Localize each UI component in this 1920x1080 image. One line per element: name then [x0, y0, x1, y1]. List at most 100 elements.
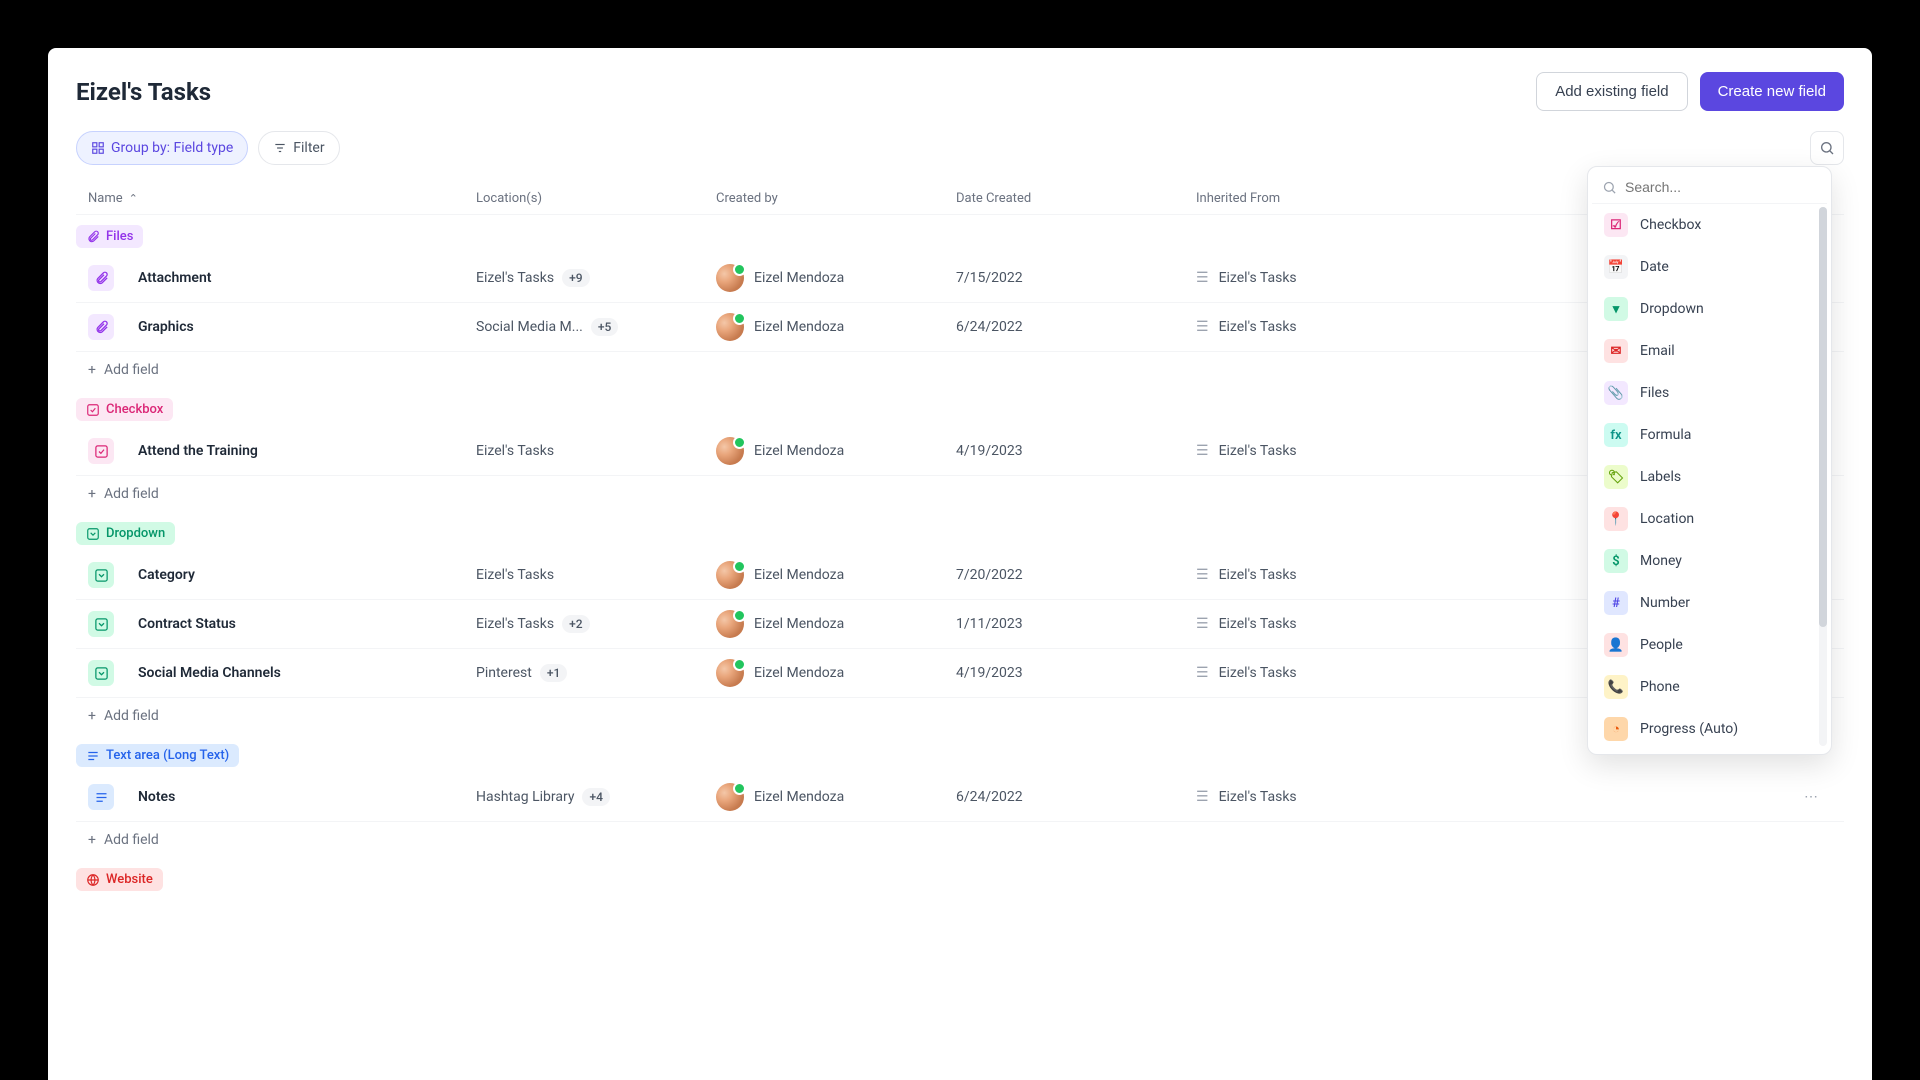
plus-icon: + — [88, 362, 96, 378]
field-type-label: People — [1640, 637, 1683, 653]
add-field-button[interactable]: + Add field — [76, 822, 1844, 858]
field-type-formula[interactable]: fxFormula — [1592, 414, 1827, 456]
date-text: 4/19/2023 — [956, 443, 1196, 459]
dropdown-icon: ▾ — [1604, 297, 1628, 321]
dropdown-icon — [86, 527, 100, 541]
add-field-label: Add field — [104, 708, 159, 724]
add-field-button[interactable]: +Add field — [76, 476, 1844, 512]
table-row[interactable]: Graphics Social Media M...+5 Eizel Mendo… — [76, 303, 1844, 352]
avatar — [716, 783, 744, 811]
list-icon: ☰ — [1196, 270, 1209, 286]
column-created-by[interactable]: Created by — [716, 191, 956, 206]
field-type-dropdown: ☑Checkbox 📅Date ▾Dropdown ✉Email 📎Files … — [1587, 166, 1832, 755]
avatar — [716, 659, 744, 687]
group-textarea-header[interactable]: Text area (Long Text) — [76, 744, 239, 767]
table-row[interactable]: Attachment Eizel's Tasks+9 Eizel Mendoza… — [76, 254, 1844, 303]
column-date-created[interactable]: Date Created — [956, 191, 1196, 206]
field-type-files[interactable]: 📎Files — [1592, 372, 1827, 414]
group-label: Checkbox — [106, 402, 163, 417]
table-row[interactable]: Attend the Training Eizel's Tasks Eizel … — [76, 427, 1844, 476]
add-field-label: Add field — [104, 486, 159, 502]
calendar-icon: 📅 — [1604, 255, 1628, 279]
field-type-date[interactable]: 📅Date — [1592, 246, 1827, 288]
location-text: Eizel's Tasks — [476, 567, 554, 583]
dropdown-icon — [88, 611, 114, 637]
globe-icon — [86, 873, 100, 887]
table-row[interactable]: Notes Hashtag Library+4 Eizel Mendoza 6/… — [76, 773, 1844, 822]
table-row[interactable]: Contract Status Eizel's Tasks+2 Eizel Me… — [76, 600, 1844, 649]
group-label: Website — [106, 872, 153, 887]
field-name: Notes — [138, 789, 175, 805]
group-website-header[interactable]: Website — [76, 868, 163, 891]
field-type-label: Labels — [1640, 469, 1681, 485]
text-icon — [86, 749, 100, 763]
group-label: Dropdown — [106, 526, 165, 541]
filter-chip[interactable]: Filter — [258, 131, 339, 165]
column-name[interactable]: Name⌃ — [76, 191, 476, 206]
row-more-button[interactable]: ⋯ — [1804, 789, 1844, 805]
field-type-checkbox[interactable]: ☑Checkbox — [1592, 204, 1827, 246]
plus-icon: + — [88, 832, 96, 848]
group-dropdown-header[interactable]: Dropdown — [76, 522, 175, 545]
field-type-dropdown[interactable]: ▾Dropdown — [1592, 288, 1827, 330]
location-more-badge[interactable]: +9 — [562, 269, 589, 287]
add-existing-field-button[interactable]: Add existing field — [1536, 72, 1687, 111]
creator-name: Eizel Mendoza — [754, 665, 844, 681]
list-icon: ☰ — [1196, 616, 1209, 632]
label-icon: 🏷 — [1604, 465, 1628, 489]
group-checkbox-header[interactable]: Checkbox — [76, 398, 173, 421]
avatar — [716, 264, 744, 292]
inherited-text: Eizel's Tasks — [1219, 789, 1297, 805]
avatar — [716, 561, 744, 589]
table-row[interactable]: Category Eizel's Tasks Eizel Mendoza 7/2… — [76, 551, 1844, 600]
field-type-progress[interactable]: ◔ Progress (Auto) — [1592, 708, 1827, 750]
column-locations[interactable]: Location(s) — [476, 191, 716, 206]
progress-icon: ◔ — [1604, 717, 1628, 741]
field-type-labels[interactable]: 🏷 Labels — [1592, 456, 1827, 498]
add-field-button[interactable]: + Add field — [76, 352, 1844, 388]
add-field-label: Add field — [104, 832, 159, 848]
location-text: Social Media M... — [476, 319, 583, 335]
group-files-header[interactable]: Files — [76, 225, 143, 248]
location-more-badge[interactable]: +4 — [582, 788, 609, 806]
search-button[interactable] — [1810, 131, 1844, 165]
page-title: Eizel's Tasks — [76, 78, 211, 106]
date-text: 4/19/2023 — [956, 665, 1196, 681]
table-row[interactable]: Social Media Channels Pinterest+1 Eizel … — [76, 649, 1844, 698]
field-type-people[interactable]: 👤 People — [1592, 624, 1827, 666]
formula-icon: fx — [1604, 423, 1628, 447]
field-type-email[interactable]: ✉Email — [1592, 330, 1827, 372]
dropdown-scrollbar[interactable] — [1819, 207, 1827, 746]
inherited-text: Eizel's Tasks — [1219, 567, 1297, 583]
inherited-text: Eizel's Tasks — [1219, 616, 1297, 632]
group-by-label: Group by: Field type — [111, 140, 233, 156]
field-type-location[interactable]: 📍Location — [1592, 498, 1827, 540]
field-type-label: Checkbox — [1640, 217, 1701, 233]
paperclip-icon — [88, 265, 114, 291]
field-type-label: Progress (Auto) — [1640, 721, 1738, 737]
field-type-number[interactable]: #Number — [1592, 582, 1827, 624]
create-new-field-button[interactable]: Create new field — [1700, 72, 1844, 111]
location-text: Eizel's Tasks — [476, 616, 554, 632]
paperclip-icon — [86, 230, 100, 244]
location-text: Pinterest — [476, 665, 532, 681]
group-by-chip[interactable]: Group by: Field type — [76, 131, 248, 165]
field-type-label: Money — [1640, 553, 1682, 569]
field-name: Category — [138, 567, 195, 583]
search-icon — [1602, 180, 1617, 195]
list-icon: ☰ — [1196, 319, 1209, 335]
field-type-money[interactable]: $ Money — [1592, 540, 1827, 582]
people-icon: 👤 — [1604, 633, 1628, 657]
date-text: 7/15/2022 — [956, 270, 1196, 286]
location-more-badge[interactable]: +5 — [591, 318, 618, 336]
add-field-label: Add field — [104, 362, 159, 378]
add-field-button[interactable]: +Add field — [76, 698, 1844, 734]
location-more-badge[interactable]: +1 — [540, 664, 567, 682]
field-type-phone[interactable]: 📞Phone — [1592, 666, 1827, 708]
field-name: Attachment — [138, 270, 212, 286]
filter-label: Filter — [293, 140, 324, 156]
field-type-search-input[interactable] — [1625, 179, 1817, 195]
location-more-badge[interactable]: +2 — [562, 615, 589, 633]
money-icon: $ — [1604, 549, 1628, 573]
sort-asc-icon: ⌃ — [129, 192, 138, 205]
